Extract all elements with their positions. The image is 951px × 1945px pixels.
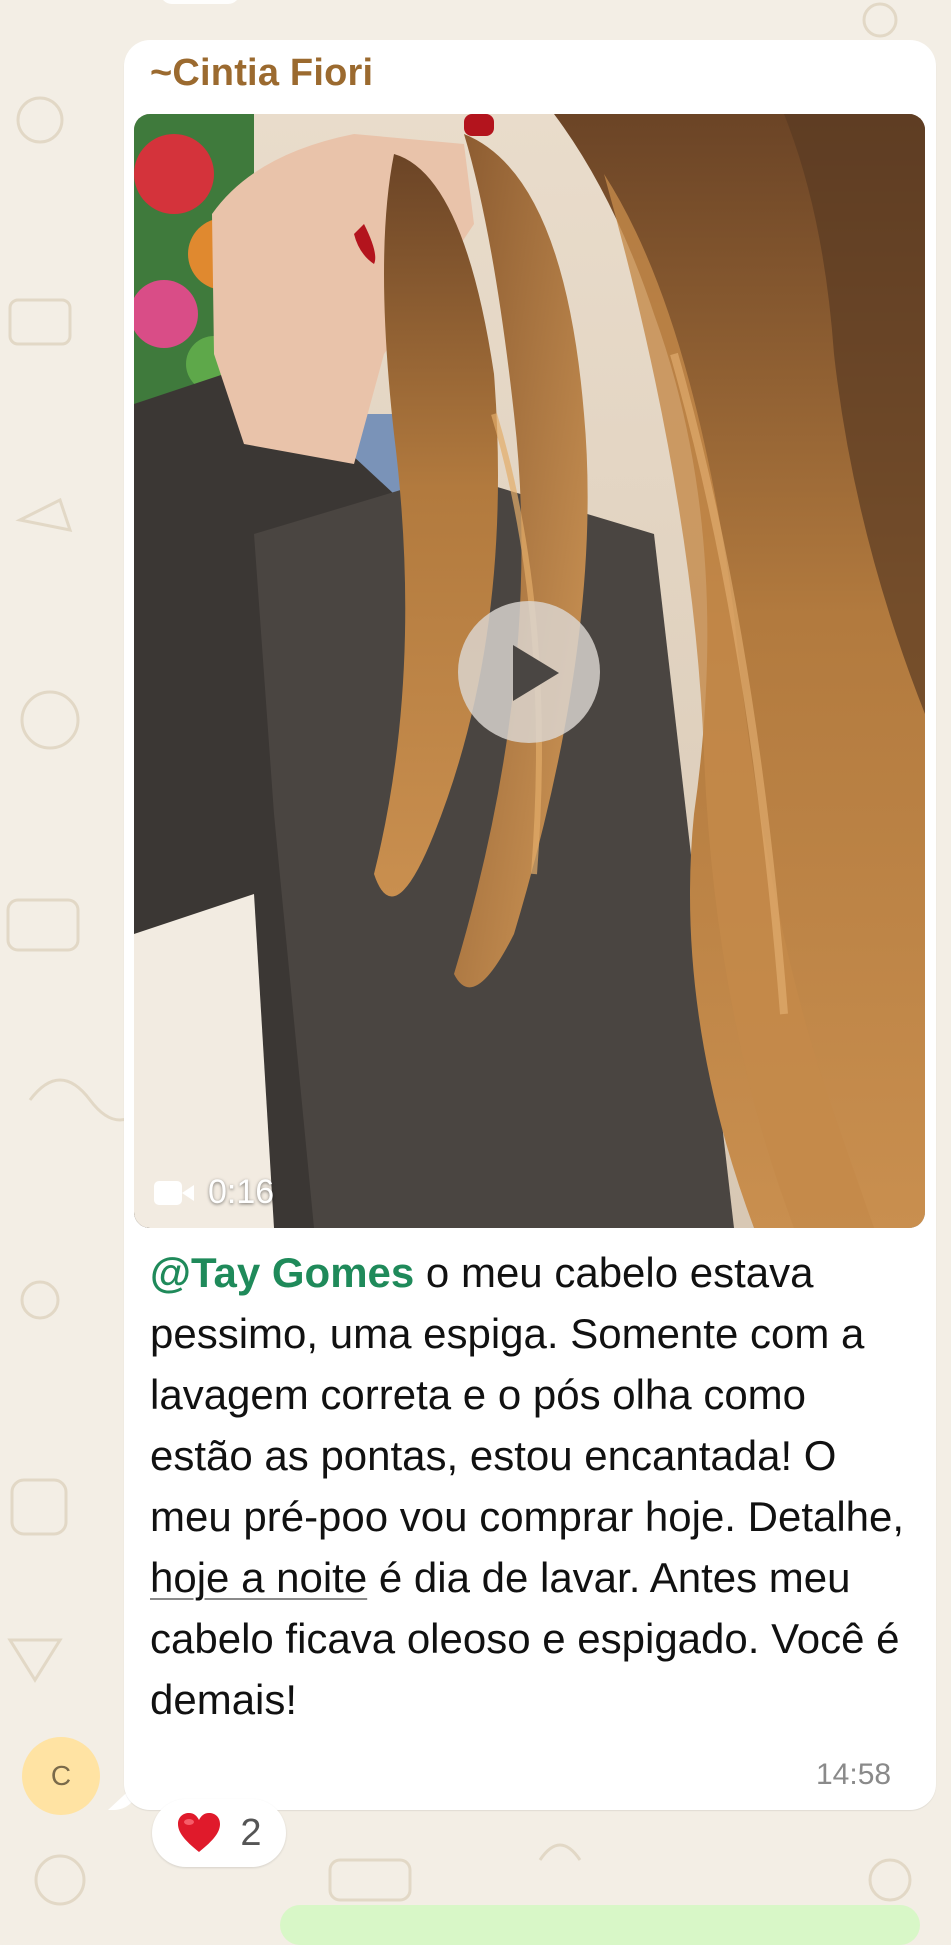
message-timestamp: 14:58 xyxy=(816,1758,892,1791)
play-button[interactable] xyxy=(458,601,600,743)
previous-message-edge xyxy=(160,0,240,4)
avatar-initial: C xyxy=(50,1760,72,1791)
video-thumbnail[interactable]: 0:16 xyxy=(134,114,925,1228)
play-icon xyxy=(513,645,559,701)
reaction-count: 2 xyxy=(240,1811,262,1854)
message-text: @Tay Gomes o meu cabelo estava pessimo, … xyxy=(150,1242,920,1730)
duration-label: 0:16 xyxy=(208,1173,275,1211)
mention-tag[interactable]: @Tay Gomes xyxy=(150,1249,414,1296)
sender-avatar[interactable]: C xyxy=(22,1737,100,1815)
next-message-edge xyxy=(280,1905,920,1945)
heart-icon xyxy=(178,1813,221,1852)
reaction-pill[interactable]: 2 xyxy=(152,1799,286,1867)
video-camera-icon xyxy=(154,1180,194,1205)
sender-name[interactable]: ~Cintia Fiori xyxy=(150,52,373,95)
video-duration: 0:16 xyxy=(154,1173,274,1212)
date-link[interactable]: hoje a noite xyxy=(150,1554,367,1601)
